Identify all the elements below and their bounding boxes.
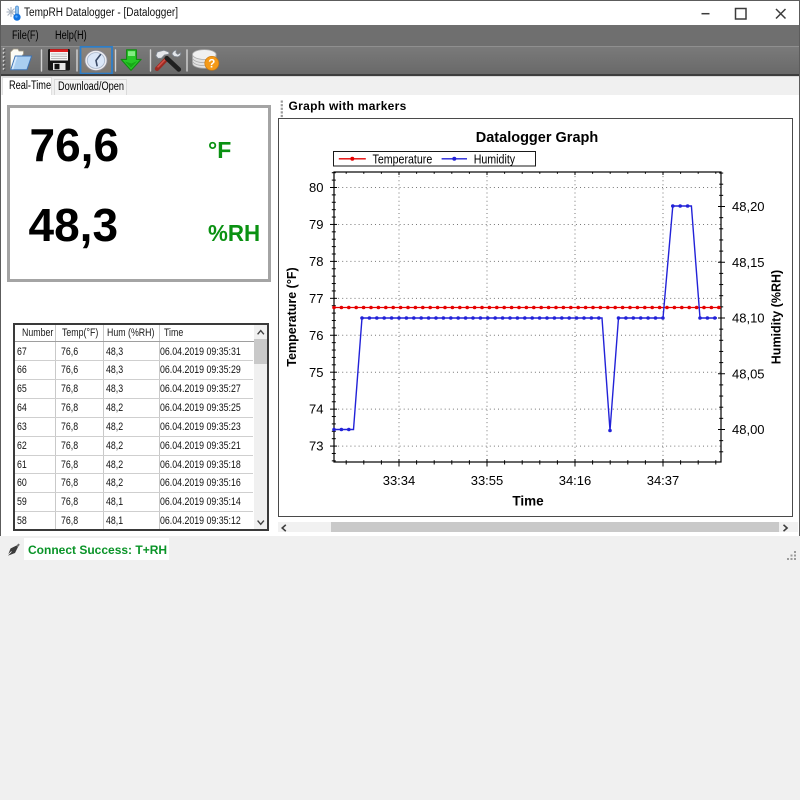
svg-text:48,05: 48,05 xyxy=(732,366,765,381)
svg-text:77: 77 xyxy=(309,290,323,305)
svg-text:80: 80 xyxy=(309,180,323,195)
svg-text:Temperature (°F): Temperature (°F) xyxy=(285,267,299,366)
svg-text:48,00: 48,00 xyxy=(732,422,765,437)
svg-text:?: ? xyxy=(208,58,215,70)
svg-text:33:55: 33:55 xyxy=(471,472,504,487)
svg-text:Temperature: Temperature xyxy=(373,151,433,166)
svg-text:34:16: 34:16 xyxy=(559,472,592,487)
svg-text:Humidity: Humidity xyxy=(474,151,515,166)
svg-text:48,20: 48,20 xyxy=(732,199,765,214)
svg-text:34:37: 34:37 xyxy=(647,472,680,487)
svg-text:33:34: 33:34 xyxy=(383,472,416,487)
svg-text:76: 76 xyxy=(309,327,323,342)
svg-text:48,15: 48,15 xyxy=(732,254,765,269)
svg-text:48,10: 48,10 xyxy=(732,310,765,325)
svg-text:Datalogger Graph: Datalogger Graph xyxy=(476,130,598,146)
svg-text:78: 78 xyxy=(309,254,323,269)
svg-text:75: 75 xyxy=(309,364,323,379)
svg-text:79: 79 xyxy=(309,217,323,232)
svg-text:Time: Time xyxy=(512,493,544,508)
svg-text:73: 73 xyxy=(309,438,323,453)
svg-text:Humidity (%RH): Humidity (%RH) xyxy=(770,269,784,363)
svg-text:74: 74 xyxy=(309,401,323,416)
